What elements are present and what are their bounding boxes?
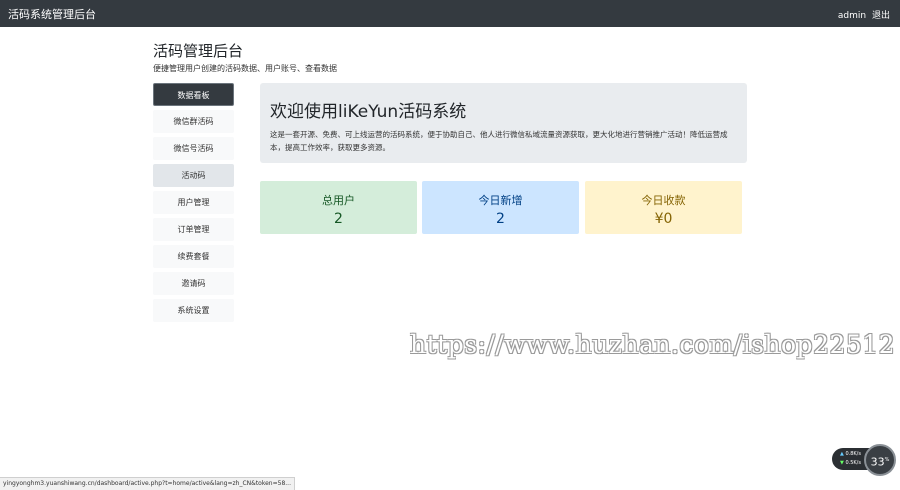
sidebar-item-wechat-account-code[interactable]: 微信号活码 — [153, 137, 234, 160]
sidebar-item-user-management[interactable]: 用户管理 — [153, 191, 234, 214]
stat-revenue-today: 今日收款 ¥0 — [585, 181, 742, 234]
stat-total-users: 总用户 2 — [260, 181, 417, 234]
username-label: admin — [837, 11, 867, 21]
upload-speed: 0.8K/s — [840, 451, 861, 457]
stat-label: 今日新增 — [478, 194, 523, 207]
app-brand[interactable]: 活码系统管理后台 — [8, 6, 96, 22]
stat-label: 今日收款 — [641, 194, 686, 207]
download-speed: 0.5K/s — [840, 460, 861, 466]
user-menu: admin 退出 — [835, 8, 890, 21]
stat-value: ¥0 — [654, 211, 673, 227]
stat-value: 2 — [334, 211, 343, 227]
top-navbar: 活码系统管理后台 admin 退出 — [0, 0, 900, 27]
stat-value: 2 — [496, 211, 505, 227]
logout-link[interactable]: 退出 — [872, 11, 890, 21]
page-title: 活码管理后台 — [153, 42, 244, 60]
sidebar-item-dashboard[interactable]: 数据看板 — [153, 83, 234, 106]
sidebar-item-activity-code[interactable]: 活动码 — [153, 164, 234, 187]
watermark-text: https://www.huzhan.com/ishop22512 — [410, 330, 896, 359]
sidebar-item-order-management[interactable]: 订单管理 — [153, 218, 234, 241]
welcome-text: 这是一套开源、免费、可上线运营的活码系统，便于协助自己、他人进行微信私域流量资源… — [270, 130, 728, 152]
gauge-unit: % — [884, 457, 890, 463]
browser-status-url: yingyonghm3.yuanshiwang.cn/dashboard/act… — [0, 477, 295, 490]
welcome-panel: 欢迎使用liKeYun活码系统 这是一套开源、免费、可上线运营的活码系统，便于协… — [260, 83, 747, 163]
stat-label: 总用户 — [322, 194, 355, 207]
welcome-title: 欢迎使用liKeYun活码系统 — [270, 102, 467, 122]
sidebar-item-system-settings[interactable]: 系统设置 — [153, 299, 234, 322]
cpu-usage-gauge[interactable]: 33% — [864, 444, 896, 476]
sidebar-nav: 数据看板 微信群活码 微信号活码 活动码 用户管理 订单管理 续费套餐 邀请码 … — [153, 83, 234, 326]
page-subtitle: 便捷管理用户创建的活码数据、用户账号、查看数据 — [153, 64, 337, 73]
sidebar-item-invite-code[interactable]: 邀请码 — [153, 272, 234, 295]
sidebar-item-wechat-group-code[interactable]: 微信群活码 — [153, 110, 234, 133]
gauge-value: 33 — [870, 455, 885, 469]
stat-new-today: 今日新增 2 — [422, 181, 579, 234]
sidebar-item-renewal-packages[interactable]: 续费套餐 — [153, 245, 234, 268]
